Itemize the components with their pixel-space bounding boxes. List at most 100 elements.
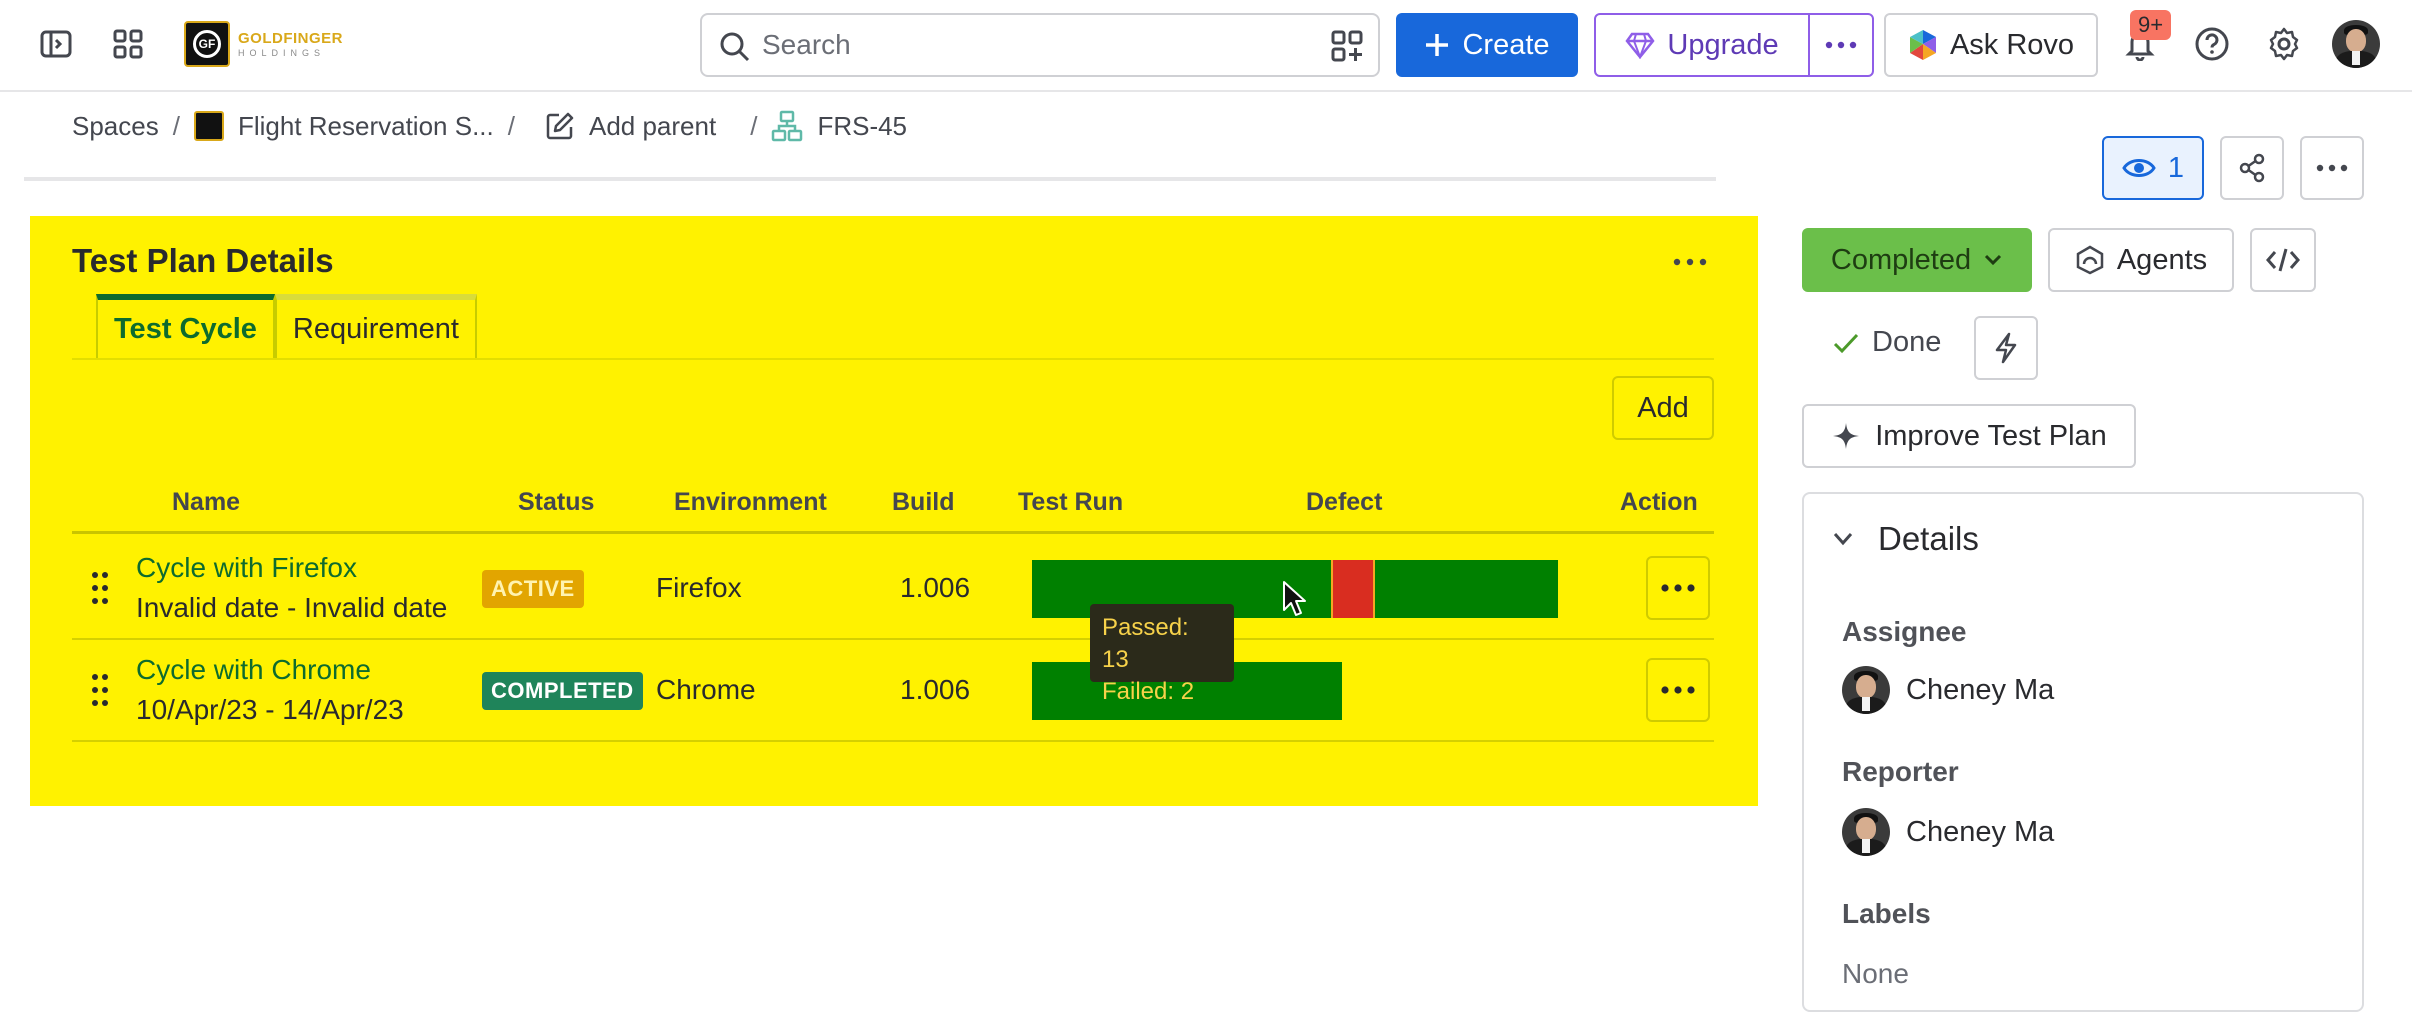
test-run-tooltip: Passed: 13 Failed: 2 xyxy=(1090,604,1234,705)
more-horizontal-icon xyxy=(2316,164,2348,172)
labels-label: Labels xyxy=(1842,898,1931,929)
notifications-badge: 9+ xyxy=(2130,10,2172,40)
search-filter-icon[interactable] xyxy=(1330,29,1364,63)
labels-value[interactable]: None xyxy=(1842,958,1909,990)
agents-button[interactable]: Agents xyxy=(2048,228,2234,292)
test-plan-panel: Test Plan Details Test Cycle Requirement… xyxy=(30,216,1758,806)
breadcrumb-add-parent-label: Add parent xyxy=(588,110,717,141)
test-run-passed-segment[interactable] xyxy=(1375,560,1558,618)
column-header-defect[interactable]: Defect xyxy=(1306,488,1382,517)
row-action-button[interactable] xyxy=(1646,658,1710,722)
row-action-button[interactable] xyxy=(1646,556,1710,620)
breadcrumb-add-parent[interactable]: Add parent xyxy=(545,111,716,142)
test-run-failed-segment[interactable] xyxy=(1331,560,1375,618)
panel-more-button[interactable] xyxy=(1666,242,1714,282)
status-badge: ACTIVE xyxy=(482,570,584,608)
tab-requirement[interactable]: Requirement xyxy=(274,294,477,358)
breadcrumb-separator: / xyxy=(507,110,515,141)
development-button[interactable] xyxy=(2250,228,2316,292)
plus-icon xyxy=(1426,34,1449,56)
watch-button[interactable]: 1 xyxy=(2102,136,2204,200)
help-icon[interactable] xyxy=(2188,20,2236,68)
upgrade-button[interactable]: Upgrade xyxy=(1596,15,1810,75)
agents-icon xyxy=(2076,245,2104,275)
upgrade-more-button[interactable] xyxy=(1810,15,1872,75)
edit-pencil-icon xyxy=(546,112,574,140)
breadcrumb-divider xyxy=(24,177,1716,181)
company-logo[interactable]: GF GOLDFINGER HOLDINGS xyxy=(184,20,344,68)
column-header-build[interactable]: Build xyxy=(892,488,955,517)
table-header: Name Status Environment Build Test Run D… xyxy=(72,472,1714,534)
project-logo-icon xyxy=(193,111,224,141)
avatar xyxy=(1842,808,1890,856)
logo-mark-text: GF xyxy=(193,30,221,58)
eye-icon xyxy=(2122,159,2156,177)
panel-title: Test Plan Details xyxy=(72,242,334,279)
cycle-name-link[interactable]: Cycle with Chrome xyxy=(136,654,371,686)
tab-test-cycle[interactable]: Test Cycle xyxy=(96,294,275,358)
cycle-name-link[interactable]: Cycle with Firefox xyxy=(136,552,357,584)
avatar xyxy=(1842,666,1890,714)
column-header-environment[interactable]: Environment xyxy=(674,488,827,517)
column-header-name[interactable]: Name xyxy=(172,488,240,517)
cycle-dates: 10/Apr/23 - 14/Apr/23 xyxy=(136,694,404,725)
search-placeholder: Search xyxy=(762,29,851,60)
table-row[interactable]: Cycle with Chrome 10/Apr/23 - 14/Apr/23 … xyxy=(72,640,1714,742)
logo-mark: GF xyxy=(184,21,230,67)
search-input[interactable]: Search xyxy=(700,13,1380,77)
assignee-field[interactable]: Cheney Ma xyxy=(1842,666,2054,714)
share-icon xyxy=(2239,153,2265,183)
tooltip-passed: Passed: 13 xyxy=(1102,614,1189,673)
gem-icon xyxy=(1625,32,1655,59)
table-row[interactable]: Cycle with Firefox Invalid date - Invali… xyxy=(72,538,1714,640)
create-label: Create xyxy=(1462,28,1550,61)
column-header-test-run[interactable]: Test Run xyxy=(1018,488,1123,517)
ask-rovo-button[interactable]: Ask Rovo xyxy=(1884,13,2098,77)
environment-value: Firefox xyxy=(656,572,742,603)
checkmark-icon xyxy=(1833,333,1859,353)
automation-button[interactable] xyxy=(1974,316,2038,380)
upgrade-group: Upgrade xyxy=(1594,13,1874,77)
status-dropdown[interactable]: Completed xyxy=(1802,228,2032,292)
add-button[interactable]: Add xyxy=(1612,376,1714,440)
breadcrumb-separator: / xyxy=(172,110,180,141)
details-header[interactable]: Details xyxy=(1832,520,1979,558)
share-button[interactable] xyxy=(2220,136,2284,200)
breadcrumb-project[interactable]: Flight Reservation S... xyxy=(193,110,494,142)
drag-handle-icon[interactable] xyxy=(90,570,110,606)
mouse-cursor-icon xyxy=(1282,580,1308,618)
logo-subtext: HOLDINGS xyxy=(238,47,326,58)
app-switcher-icon[interactable] xyxy=(104,20,152,68)
top-navigation: GF GOLDFINGER HOLDINGS Search Create Upg… xyxy=(0,0,2412,92)
user-avatar[interactable] xyxy=(2332,20,2380,68)
reporter-field[interactable]: Cheney Ma xyxy=(1842,808,2054,856)
more-actions-button[interactable] xyxy=(2300,136,2364,200)
watch-count: 1 xyxy=(2167,151,2185,184)
test-plan-icon xyxy=(772,110,803,142)
tooltip-failed: Failed: 2 xyxy=(1102,678,1195,705)
lightning-bolt-icon xyxy=(1995,332,2017,364)
search-icon xyxy=(718,30,752,64)
sidebar-toggle-icon[interactable] xyxy=(32,20,80,68)
column-header-status[interactable]: Status xyxy=(518,488,594,517)
sparkle-icon xyxy=(1833,423,1860,449)
create-button[interactable]: Create xyxy=(1396,13,1578,77)
panel-tabs: Test Cycle Requirement xyxy=(96,294,477,358)
breadcrumb-project-label: Flight Reservation S... xyxy=(237,110,494,141)
column-header-action[interactable]: Action xyxy=(1620,488,1698,517)
status-dropdown-label: Completed xyxy=(1830,243,1972,276)
more-horizontal-icon xyxy=(1661,686,1695,694)
breadcrumb-separator: / xyxy=(750,110,758,141)
agents-label: Agents xyxy=(2116,243,2208,276)
drag-handle-icon[interactable] xyxy=(90,672,110,708)
resolution-done: Done xyxy=(1832,326,1941,359)
environment-value: Chrome xyxy=(656,674,756,705)
assignee-label: Assignee xyxy=(1842,616,1967,647)
details-title: Details xyxy=(1878,520,1979,557)
breadcrumb-issue-key[interactable]: FRS-45 xyxy=(771,110,907,142)
improve-test-plan-button[interactable]: Improve Test Plan xyxy=(1802,404,2136,468)
upgrade-label: Upgrade xyxy=(1667,28,1779,61)
done-label: Done xyxy=(1872,326,1942,358)
breadcrumb-spaces[interactable]: Spaces xyxy=(72,111,159,142)
settings-gear-icon[interactable] xyxy=(2260,20,2308,68)
